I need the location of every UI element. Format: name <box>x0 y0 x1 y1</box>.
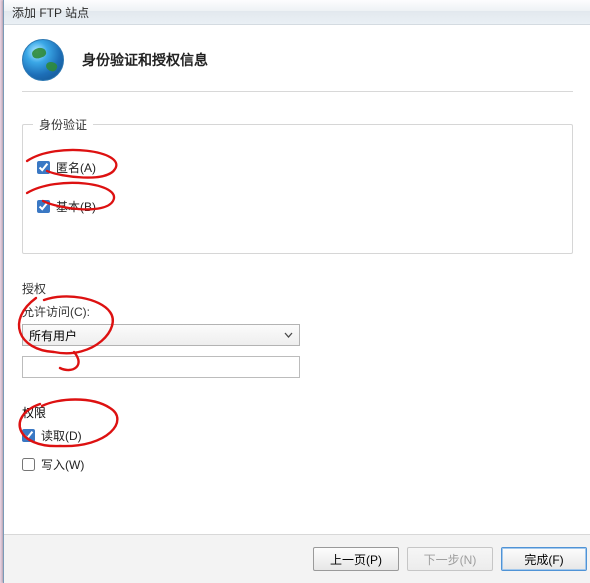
prev-button[interactable]: 上一页(P) <box>313 547 399 571</box>
header-separator <box>22 91 573 92</box>
page-title: 身份验证和授权信息 <box>82 50 208 70</box>
combo-allow-access[interactable]: 所有用户 <box>22 324 300 346</box>
label-basic: 基本(B) <box>56 198 96 215</box>
checkbox-write[interactable] <box>22 458 35 471</box>
next-button: 下一步(N) <box>407 547 493 571</box>
checkbox-read[interactable] <box>22 429 35 442</box>
window-title: 添加 FTP 站点 <box>4 0 590 25</box>
finish-button[interactable]: 完成(F) <box>501 547 587 571</box>
label-write: 写入(W) <box>41 456 84 473</box>
checkbox-anonymous[interactable] <box>37 161 50 174</box>
checkbox-basic[interactable] <box>37 200 50 213</box>
row-write: 写入(W) <box>22 456 573 473</box>
group-permissions-title: 权限 <box>22 404 573 421</box>
group-authorization-title: 授权 <box>22 280 573 297</box>
row-basic: 基本(B) <box>37 198 558 215</box>
dialog-header: 身份验证和授权信息 <box>4 25 590 91</box>
group-authorization: 授权 允许访问(C): 所有用户 <box>22 280 573 378</box>
combo-allow-access-value: 所有用户 <box>29 327 77 344</box>
label-allow-access: 允许访问(C): <box>22 303 573 320</box>
group-permissions: 权限 读取(D) 写入(W) <box>22 404 573 473</box>
group-authentication: 身份验证 匿名(A) 基本(B) <box>22 124 573 254</box>
dialog-add-ftp-site: 添加 FTP 站点 身份验证和授权信息 身份验证 匿名(A) 基本(B) <box>3 0 590 583</box>
row-anonymous: 匿名(A) <box>37 159 558 176</box>
label-anonymous: 匿名(A) <box>56 159 96 176</box>
input-specify-users[interactable] <box>22 356 300 378</box>
label-read: 读取(D) <box>41 427 82 444</box>
dialog-content: 身份验证 匿名(A) 基本(B) 授权 允许访问(C): 所有用户 <box>4 124 590 473</box>
globe-icon <box>22 39 64 81</box>
row-read: 读取(D) <box>22 427 573 444</box>
dialog-footer: 上一页(P) 下一步(N) 完成(F) <box>4 534 590 583</box>
chevron-down-icon <box>284 331 293 340</box>
group-authentication-title: 身份验证 <box>33 116 93 133</box>
